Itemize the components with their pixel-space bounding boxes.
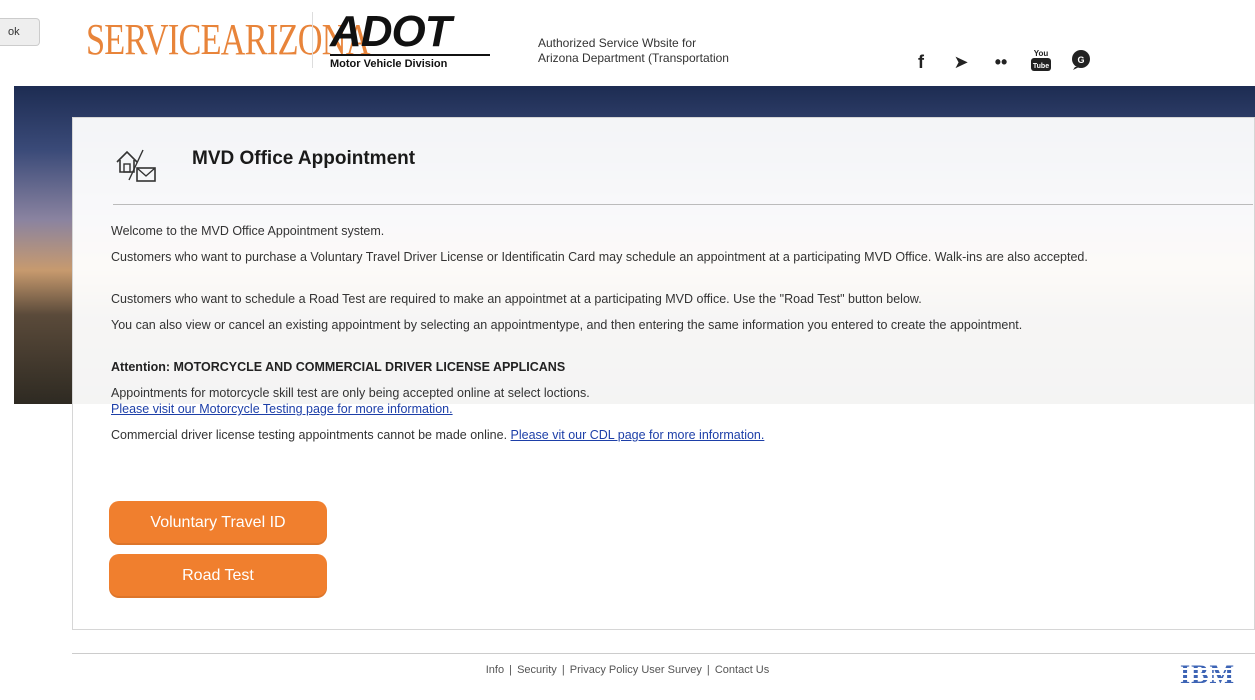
- footer-survey-link[interactable]: User Survey: [641, 664, 702, 676]
- welcome-text: Welcome to the MVD Office Appointment sy…: [111, 224, 385, 238]
- facebook-icon[interactable]: f: [908, 52, 934, 73]
- motorcycle-text: Appointments for motorcycle skill test a…: [111, 386, 590, 400]
- authorized-line-2: Arizona Department (Transportation: [538, 51, 729, 65]
- back-tab[interactable]: ok: [0, 18, 40, 46]
- view-cancel-text: You can also view or cancel an existing …: [111, 318, 1023, 332]
- attention-heading: Attention: MOTORCYCLE AND COMMERCIAL DRI…: [111, 359, 1251, 375]
- footer-separator: |: [509, 664, 512, 676]
- svg-text:Tube: Tube: [1033, 63, 1049, 70]
- adot-subtitle: Motor Vehicle Division: [330, 54, 490, 70]
- cdl-block: Commercial driver license testing appoin…: [111, 427, 1251, 443]
- adot-wordmark: ADOT: [330, 7, 452, 56]
- attention-text: Attention: MOTORCYCLE AND COMMERCIAL DRI…: [111, 360, 566, 374]
- footer-security-link[interactable]: Security: [517, 664, 557, 676]
- footer-info-link[interactable]: Info: [486, 664, 504, 676]
- social-links: f ➤ •• You Tube G: [908, 48, 1094, 77]
- motorcycle-block: Appointments for motorcycle skill test a…: [111, 385, 1251, 417]
- road-test-button[interactable]: Road Test: [109, 554, 327, 598]
- ibm-logo: IBM: [1180, 660, 1235, 689]
- voluntary-travel-id-button[interactable]: Voluntary Travel ID: [109, 501, 327, 545]
- servicearizona-logo[interactable]: SERVICEARIZONA: [86, 10, 371, 70]
- flickr-icon[interactable]: ••: [988, 52, 1014, 73]
- twitter-icon[interactable]: ➤: [948, 52, 974, 73]
- title-divider: [113, 204, 1253, 205]
- footer-privacy-link[interactable]: Privacy Policy: [570, 664, 638, 676]
- page-title: MVD Office Appointment: [192, 148, 416, 169]
- footer-separator: |: [561, 664, 565, 676]
- cdl-text: Commercial driver license testing appoin…: [111, 428, 508, 442]
- adot-logo[interactable]: ADOT Motor Vehicle Division: [330, 10, 502, 70]
- site-header: ok SERVICEARIZONA ADOT Motor Vehicle Div…: [0, 0, 1255, 86]
- cdl-page-link[interactable]: Please vit our CDL page for more informa…: [511, 428, 765, 442]
- chat-icon[interactable]: G: [1068, 49, 1094, 76]
- page: ok SERVICEARIZONA ADOT Motor Vehicle Div…: [0, 0, 1255, 700]
- card-header: MVD Office Appointment: [113, 140, 1243, 190]
- road-test-text: Customers who want to schedule a Road Te…: [111, 292, 922, 306]
- authorized-line-1: Authorized Service Wbsite for: [538, 36, 697, 50]
- footer-separator: |: [706, 664, 710, 676]
- appointment-card: MVD Office Appointment Welcome to the MV…: [72, 117, 1255, 630]
- svg-text:You: You: [1034, 49, 1049, 58]
- voluntary-travel-text: Customers who want to purchase a Volunta…: [111, 250, 1088, 264]
- logo-divider: [312, 12, 313, 68]
- home-mail-icon: [116, 149, 156, 182]
- authorized-text: Authorized Service Wbsite for Arizona De…: [538, 36, 729, 66]
- motorcycle-testing-link[interactable]: Please visit our Motorcycle Testing page…: [111, 402, 453, 416]
- footer-divider: [72, 653, 1255, 654]
- footer-links: Info | Security | Privacy Policy User Su…: [0, 664, 1255, 676]
- youtube-icon[interactable]: You Tube: [1028, 48, 1054, 77]
- footer-contact-link[interactable]: Contact Us: [715, 664, 769, 676]
- svg-text:G: G: [1077, 55, 1084, 65]
